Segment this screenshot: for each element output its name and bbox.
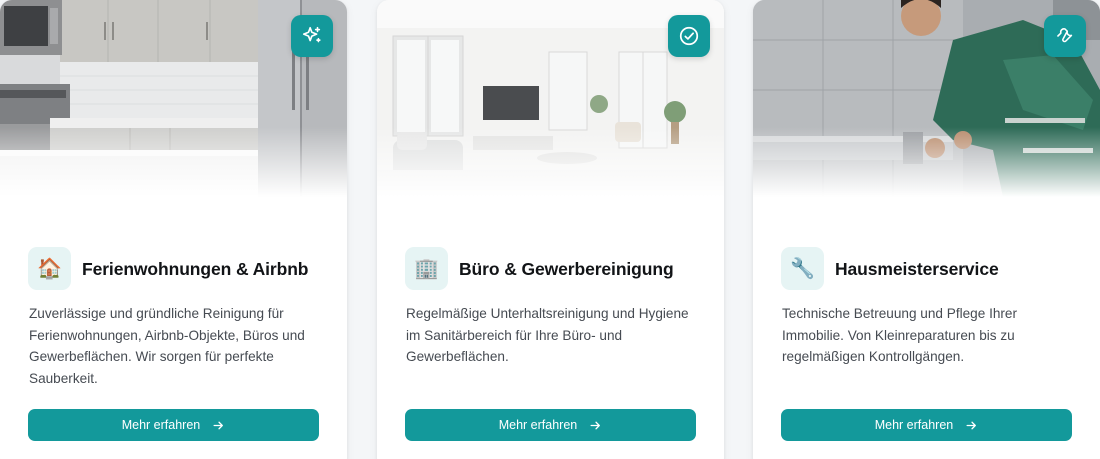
card-title: Büro & Gewerbereinigung — [459, 259, 674, 279]
card-description: Regelmäßige Unterhaltsreinigung und Hygi… — [406, 306, 689, 364]
arrow-right-icon — [212, 419, 225, 432]
card-description: Technische Betreuung und Pflege Ihrer Im… — [782, 306, 1018, 364]
learn-more-button[interactable]: Mehr erfahren — [781, 409, 1072, 441]
learn-more-button[interactable]: Mehr erfahren — [405, 409, 696, 441]
service-card-vacation-rentals: 🏠 Ferienwohnungen & Airbnb Zuverlässige … — [0, 0, 347, 459]
learn-more-button[interactable]: Mehr erfahren — [28, 409, 319, 441]
service-card-caretaker: 🔧 Hausmeisterservice Technische Betreuun… — [753, 0, 1100, 459]
service-card-office-cleaning: 🏢 Büro & Gewerbereinigung Regelmäßige Un… — [377, 0, 724, 459]
house-icon: 🏠 — [28, 247, 71, 290]
card-description: Zuverlässige und gründliche Reinigung fü… — [29, 306, 305, 386]
wrench-icon: 🔧 — [781, 247, 824, 290]
button-label: Mehr erfahren — [498, 418, 578, 432]
sparkles-icon — [291, 15, 333, 57]
arrow-right-icon — [965, 419, 978, 432]
card-title: Hausmeisterservice — [835, 259, 999, 279]
wrench-badge-icon — [1044, 15, 1086, 57]
button-label: Mehr erfahren — [121, 418, 201, 432]
arrow-right-icon — [589, 419, 602, 432]
office-building-icon: 🏢 — [405, 247, 448, 290]
card-title: Ferienwohnungen & Airbnb — [82, 259, 309, 279]
button-label: Mehr erfahren — [874, 418, 954, 432]
check-circle-icon — [668, 15, 710, 57]
